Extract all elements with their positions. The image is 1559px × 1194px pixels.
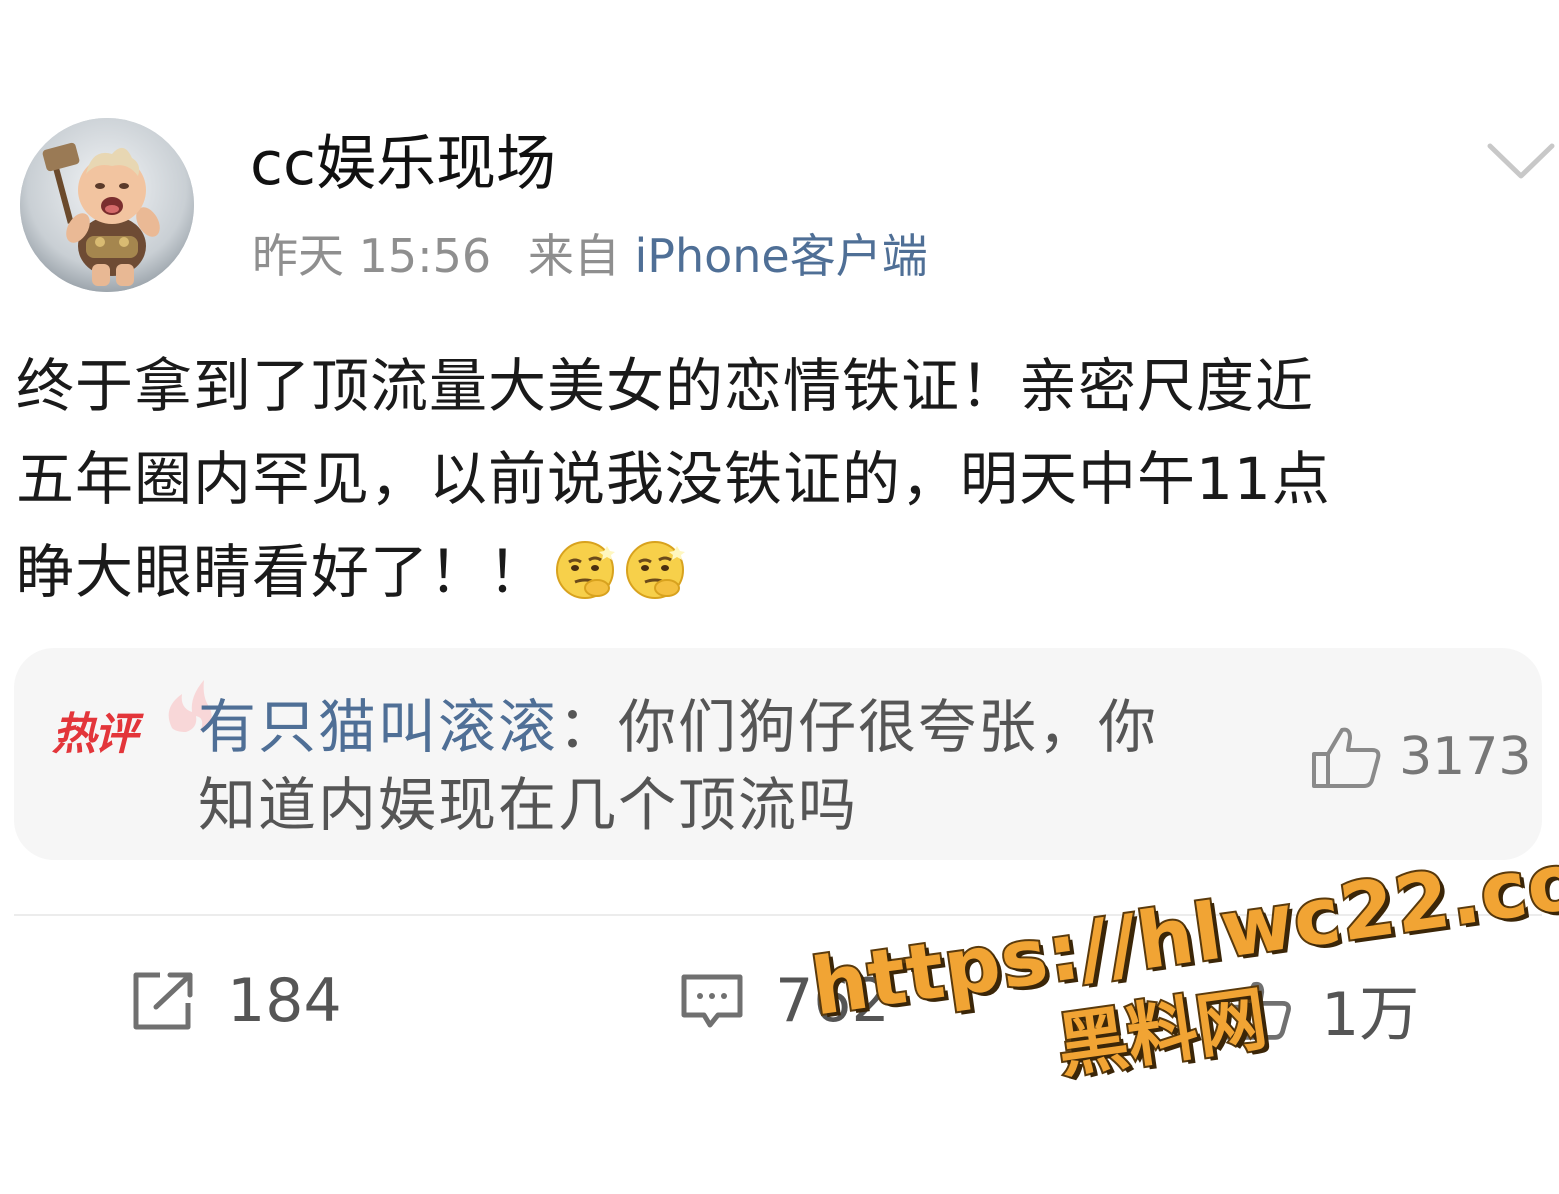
watermark: https://hlwc22.com 黑料网 bbox=[805, 823, 1559, 1189]
hot-comment-like-button[interactable]: 3173 bbox=[1310, 724, 1531, 794]
repost-count: 184 bbox=[227, 966, 342, 1036]
hot-comment-text: 有只猫叫滚滚：你们狗仔很夸张，你 知道内娱现在几个顶流吗 bbox=[198, 688, 1238, 844]
like-count: 1万 bbox=[1321, 980, 1420, 1050]
hot-comment-separator: ： bbox=[558, 693, 619, 761]
watermark-url: https://hlwc22.com bbox=[805, 823, 1559, 1036]
source-link[interactable]: iPhone客户端 bbox=[634, 229, 927, 283]
chevron-down-icon[interactable] bbox=[1486, 140, 1556, 184]
content-line: 终于拿到了顶流量大美女的恋情铁证！亲密尺度近 bbox=[16, 352, 1315, 420]
comment-button[interactable]: 762 bbox=[678, 966, 890, 1042]
post-content: 终于拿到了顶流量大美女的恋情铁证！亲密尺度近 五年圈内罕见，以前说我没铁证的，明… bbox=[16, 340, 1551, 619]
post-meta: 昨天 15:56 来自 iPhone客户端 bbox=[252, 226, 928, 286]
content-line-text: 五年圈内罕见，以前说我没铁证的，明天中午11点 bbox=[16, 445, 1331, 513]
thumbs-up-icon bbox=[1225, 981, 1291, 1040]
divider bbox=[14, 914, 1542, 916]
source-prefix: 来自 bbox=[527, 229, 620, 283]
weibo-post: cc娱乐现场 昨天 15:56 来自 iPhone客户端 终于拿到了顶流量大美女… bbox=[0, 0, 1559, 1162]
thinking-emoji-icon bbox=[623, 538, 687, 602]
post-time: 昨天 15:56 bbox=[252, 229, 492, 283]
like-button[interactable]: 1万 bbox=[1224, 966, 1419, 1050]
watermark-name: 黑料网 bbox=[1051, 975, 1274, 1089]
hot-comment-card[interactable]: 热评 有只猫叫滚滚：你们狗仔很夸张，你 知道内娱现在几个顶流吗 3173 bbox=[14, 648, 1542, 860]
avatar-image bbox=[20, 118, 194, 292]
repost-icon bbox=[133, 972, 193, 1030]
hot-comment-badge: 热评 bbox=[52, 680, 212, 772]
comment-icon bbox=[681, 974, 743, 1028]
thumbs-up-icon bbox=[1312, 727, 1381, 788]
username[interactable]: cc娱乐现场 bbox=[250, 128, 556, 200]
hot-comment-badge-label: 热评 bbox=[52, 709, 138, 760]
hot-comment-body-line2: 知道内娱现在几个顶流吗 bbox=[198, 771, 859, 839]
content-line-text: 睁大眼睛看好了！！ bbox=[16, 538, 548, 606]
content-line: 睁大眼睛看好了！！ bbox=[16, 526, 1551, 619]
hot-comment-like-count: 3173 bbox=[1399, 727, 1532, 787]
hot-comment-author[interactable]: 有只猫叫滚滚 bbox=[198, 693, 558, 761]
hot-comment-body-line1: 你们狗仔很夸张，你 bbox=[618, 693, 1159, 761]
avatar[interactable] bbox=[20, 118, 194, 292]
comment-count: 762 bbox=[775, 966, 890, 1036]
repost-button[interactable]: 184 bbox=[130, 966, 342, 1042]
content-line: 五年圈内罕见，以前说我没铁证的，明天中午11点 bbox=[16, 433, 1551, 526]
thinking-emoji-icon bbox=[553, 538, 617, 602]
